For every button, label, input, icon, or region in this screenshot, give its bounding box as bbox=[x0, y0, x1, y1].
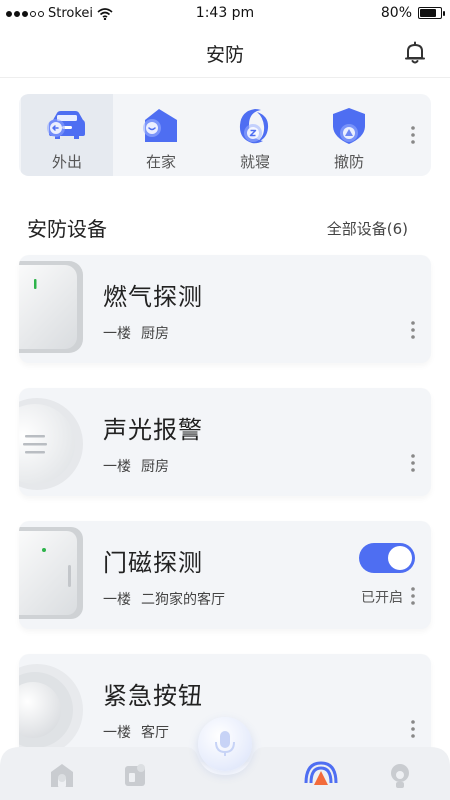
battery-percent: 80% bbox=[380, 5, 412, 21]
device-room: 客厅 bbox=[141, 725, 169, 741]
device-name: 紧急按钮 bbox=[103, 682, 203, 710]
battery-icon bbox=[418, 7, 445, 19]
car-icon bbox=[47, 111, 85, 139]
security-mode-panel: 外出 在家 就寝 撤防 bbox=[19, 94, 431, 176]
page-title: 安防 bbox=[205, 44, 244, 66]
device-floor: 一楼 bbox=[103, 592, 131, 608]
section-title: 安防设备 bbox=[27, 217, 107, 241]
device-location: 一楼 厨房 bbox=[103, 323, 179, 343]
profile-icon[interactable] bbox=[386, 761, 414, 789]
mode-label: 撤防 bbox=[333, 153, 364, 171]
device-name: 声光报警 bbox=[103, 416, 203, 444]
door-sensor-image bbox=[19, 527, 83, 619]
device-location: 一楼 厨房 bbox=[103, 456, 179, 476]
more-vertical-icon[interactable] bbox=[411, 587, 415, 605]
mode-disarm[interactable]: 撤防 bbox=[303, 94, 395, 176]
device-floor: 一楼 bbox=[103, 725, 131, 741]
status-battery-group: 80% bbox=[380, 5, 445, 21]
mode-label: 就寝 bbox=[239, 153, 270, 171]
status-bar: Strokei 1:43 pm 80% bbox=[0, 0, 450, 28]
device-name: 门磁探测 bbox=[103, 549, 203, 577]
mode-home[interactable]: 在家 bbox=[115, 94, 207, 176]
scene-icon[interactable] bbox=[122, 761, 150, 789]
security-icon[interactable] bbox=[304, 759, 338, 787]
device-room: 厨房 bbox=[141, 459, 169, 475]
device-floor: 一楼 bbox=[103, 326, 131, 342]
more-vertical-icon[interactable] bbox=[411, 321, 415, 339]
device-card-door-sensor[interactable]: 门磁探测 一楼 二狗家的客厅 已开启 bbox=[19, 521, 431, 629]
microphone-icon bbox=[215, 731, 235, 756]
mode-label: 在家 bbox=[145, 153, 176, 171]
device-card-alarm[interactable]: 声光报警 一楼 厨房 bbox=[19, 388, 431, 496]
toggle-knob bbox=[388, 546, 412, 570]
nav-bar: 安防 bbox=[0, 28, 450, 78]
device-toggle-switch[interactable] bbox=[359, 543, 415, 573]
more-vertical-icon[interactable] bbox=[411, 454, 415, 472]
gas-detector-image bbox=[19, 261, 83, 353]
device-location: 一楼 客厅 bbox=[103, 722, 179, 742]
device-name: 燃气探测 bbox=[103, 283, 203, 311]
device-room: 二狗家的客厅 bbox=[141, 592, 225, 608]
more-vertical-icon[interactable] bbox=[411, 126, 415, 144]
voice-assistant-button[interactable] bbox=[198, 717, 252, 771]
home-icon bbox=[143, 109, 177, 142]
alarm-device-image bbox=[19, 398, 83, 490]
more-vertical-icon[interactable] bbox=[411, 720, 415, 738]
bell-icon[interactable] bbox=[402, 40, 428, 66]
device-room: 厨房 bbox=[141, 326, 169, 342]
all-devices-link[interactable]: 全部设备(6) bbox=[327, 218, 408, 239]
moon-icon bbox=[239, 109, 269, 144]
home-icon[interactable] bbox=[48, 761, 76, 789]
mode-sleep[interactable]: 就寝 bbox=[209, 94, 301, 176]
device-card-gas[interactable]: 燃气探测 一楼 厨房 bbox=[19, 255, 431, 363]
mode-away[interactable]: 外出 bbox=[21, 94, 113, 176]
shield-icon bbox=[333, 108, 365, 144]
device-status: 已开启 bbox=[361, 590, 403, 606]
mode-label: 外出 bbox=[51, 153, 82, 171]
device-floor: 一楼 bbox=[103, 459, 131, 475]
device-location: 一楼 二狗家的客厅 bbox=[103, 589, 235, 609]
